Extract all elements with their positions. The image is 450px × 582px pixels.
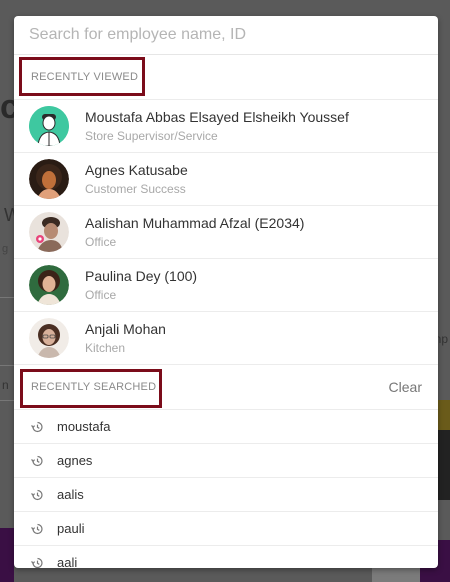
person-info: Moustafa Abbas Elsayed Elsheikh Youssef … [85, 109, 349, 144]
recent-search-item[interactable]: pauli [14, 511, 438, 545]
person-row[interactable]: Anjali Mohan Kitchen [14, 311, 438, 364]
person-info: Anjali Mohan Kitchen [85, 321, 166, 356]
history-icon [31, 489, 43, 500]
recent-search-text: aalis [57, 487, 84, 502]
recent-search-item[interactable]: agnes [14, 443, 438, 477]
highlight-box [20, 369, 162, 408]
history-icon [31, 557, 43, 568]
recent-search-item[interactable]: aali [14, 545, 438, 568]
recent-search-item[interactable]: aalis [14, 477, 438, 511]
avatar [29, 265, 69, 305]
person-role: Store Supervisor/Service [85, 128, 218, 143]
avatar [29, 212, 69, 252]
recently-searched-header: RECENTLY SEARCHED Clear [14, 364, 438, 409]
recently-viewed-header: RECENTLY VIEWED [14, 55, 438, 99]
background-text: n [2, 378, 9, 392]
background-image [0, 528, 14, 582]
person-role: Office [85, 234, 117, 249]
search-input[interactable] [27, 25, 438, 45]
history-icon [31, 523, 43, 534]
history-icon [31, 455, 43, 466]
person-name: Anjali Mohan [85, 320, 166, 337]
person-name: Aalishan Muhammad Afzal (E2034) [85, 214, 305, 231]
avatar [29, 159, 69, 199]
person-role: Customer Success [85, 181, 186, 196]
person-name: Paulina Dey (100) [85, 267, 198, 284]
person-row[interactable]: Paulina Dey (100) Office [14, 258, 438, 311]
person-info: Agnes Katusabe Customer Success [85, 162, 188, 197]
person-name: Agnes Katusabe [85, 161, 188, 178]
person-info: Paulina Dey (100) Office [85, 268, 197, 303]
clear-button[interactable]: Clear [389, 379, 422, 395]
avatar [29, 106, 69, 146]
employee-search-panel: RECENTLY VIEWED Moustafa Abbas Elsayed E… [14, 16, 438, 568]
recent-search-text: aali [57, 555, 78, 568]
highlight-box [19, 57, 145, 96]
person-row[interactable]: Moustafa Abbas Elsayed Elsheikh Youssef … [14, 99, 438, 152]
person-role: Kitchen [85, 340, 126, 355]
background-text: g [2, 243, 9, 255]
recent-search-text: pauli [57, 521, 85, 536]
recent-search-item[interactable]: moustafa [14, 409, 438, 443]
person-name: Moustafa Abbas Elsayed Elsheikh Youssef [85, 108, 349, 125]
avatar [29, 318, 69, 358]
person-row[interactable]: Agnes Katusabe Customer Success [14, 152, 438, 205]
history-icon [31, 421, 43, 432]
person-info: Aalishan Muhammad Afzal (E2034) Office [85, 215, 304, 250]
person-row[interactable]: Aalishan Muhammad Afzal (E2034) Office [14, 205, 438, 258]
search-bar [14, 16, 438, 55]
recent-search-text: moustafa [57, 419, 111, 434]
recent-search-text: agnes [57, 453, 93, 468]
background-divider [0, 297, 14, 298]
person-role: Office [85, 287, 117, 302]
background-image [438, 430, 450, 500]
